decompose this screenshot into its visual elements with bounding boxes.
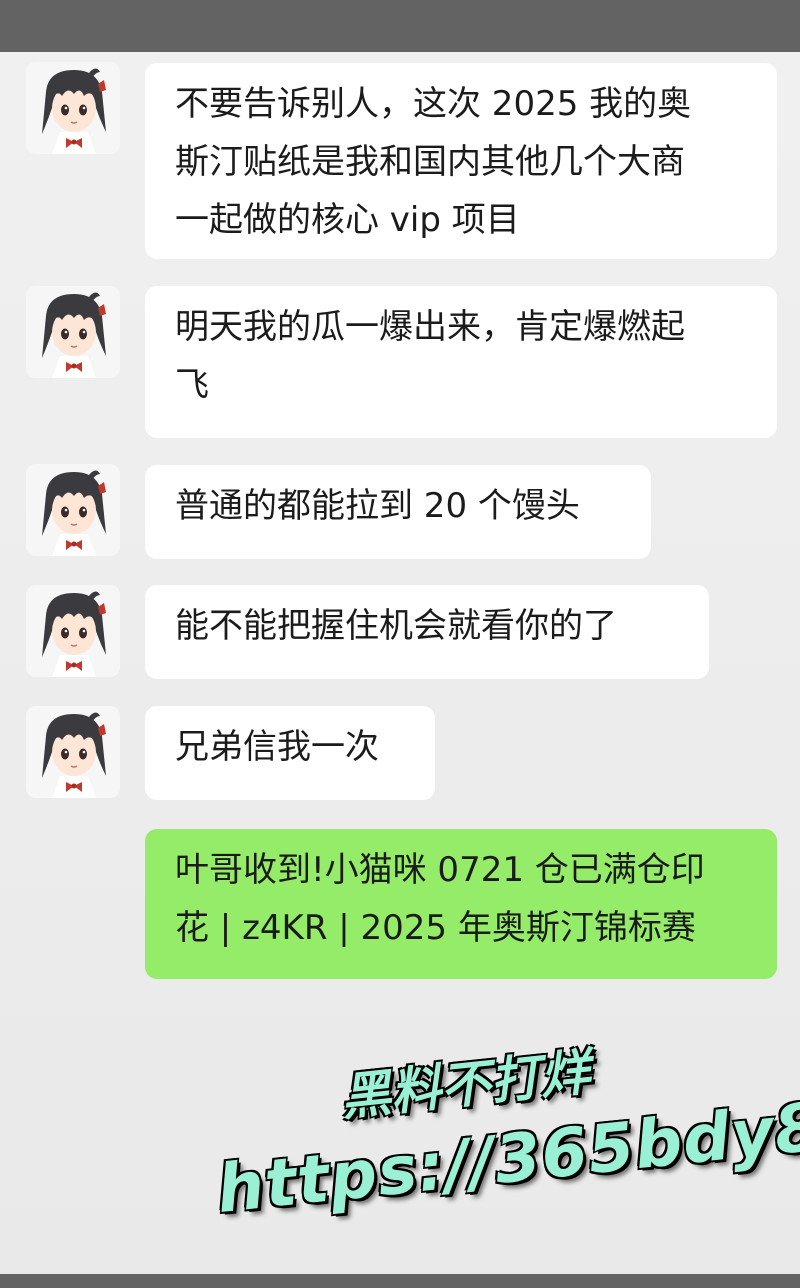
received-message-bubble[interactable]: 能不能把握住机会就看你的了 — [145, 585, 709, 679]
message-text-line: 花 | z4KR | 2025 年奥斯汀锦标赛 — [175, 908, 696, 948]
received-message-bubble[interactable]: 明天我的瓜一爆出来，肯定爆燃起飞 — [145, 286, 777, 438]
message-text-line: 叶哥收到!小猫咪 0721 仓已满仓印 — [175, 850, 705, 890]
received-message-bubble[interactable]: 普通的都能拉到 20 个馒头 — [145, 465, 651, 559]
received-message-bubble[interactable]: 兄弟信我一次 — [145, 706, 435, 800]
message-text-line: 斯汀贴纸是我和国内其他几个大商 — [175, 142, 685, 182]
message-text-line: 明天我的瓜一爆出来，肯定爆燃起 — [175, 307, 685, 347]
avatar-icon[interactable] — [26, 585, 120, 677]
avatar-icon[interactable] — [26, 62, 120, 154]
message-text-line: 能不能把握住机会就看你的了 — [175, 606, 617, 646]
avatar-icon[interactable] — [26, 464, 120, 556]
message-text-line: 普通的都能拉到 20 个馒头 — [175, 486, 580, 526]
top-status-bar — [0, 0, 800, 52]
message-text-line: 飞 — [175, 365, 209, 405]
message-text-line: 不要告诉别人，这次 2025 我的奥 — [175, 84, 692, 124]
message-text-line: 一起做的核心 vip 项目 — [175, 200, 520, 240]
message-text-line: 兄弟信我一次 — [175, 727, 379, 767]
avatar-icon[interactable] — [26, 706, 120, 798]
bottom-bar — [0, 1274, 800, 1288]
received-message-bubble[interactable]: 不要告诉别人，这次 2025 我的奥 斯汀贴纸是我和国内其他几个大商 一起做的核心 … — [145, 63, 777, 259]
avatar-icon[interactable] — [26, 286, 120, 378]
sent-message-bubble[interactable]: 叶哥收到!小猫咪 0721 仓已满仓印花 | z4KR | 2025 年奥斯汀锦… — [145, 829, 777, 979]
